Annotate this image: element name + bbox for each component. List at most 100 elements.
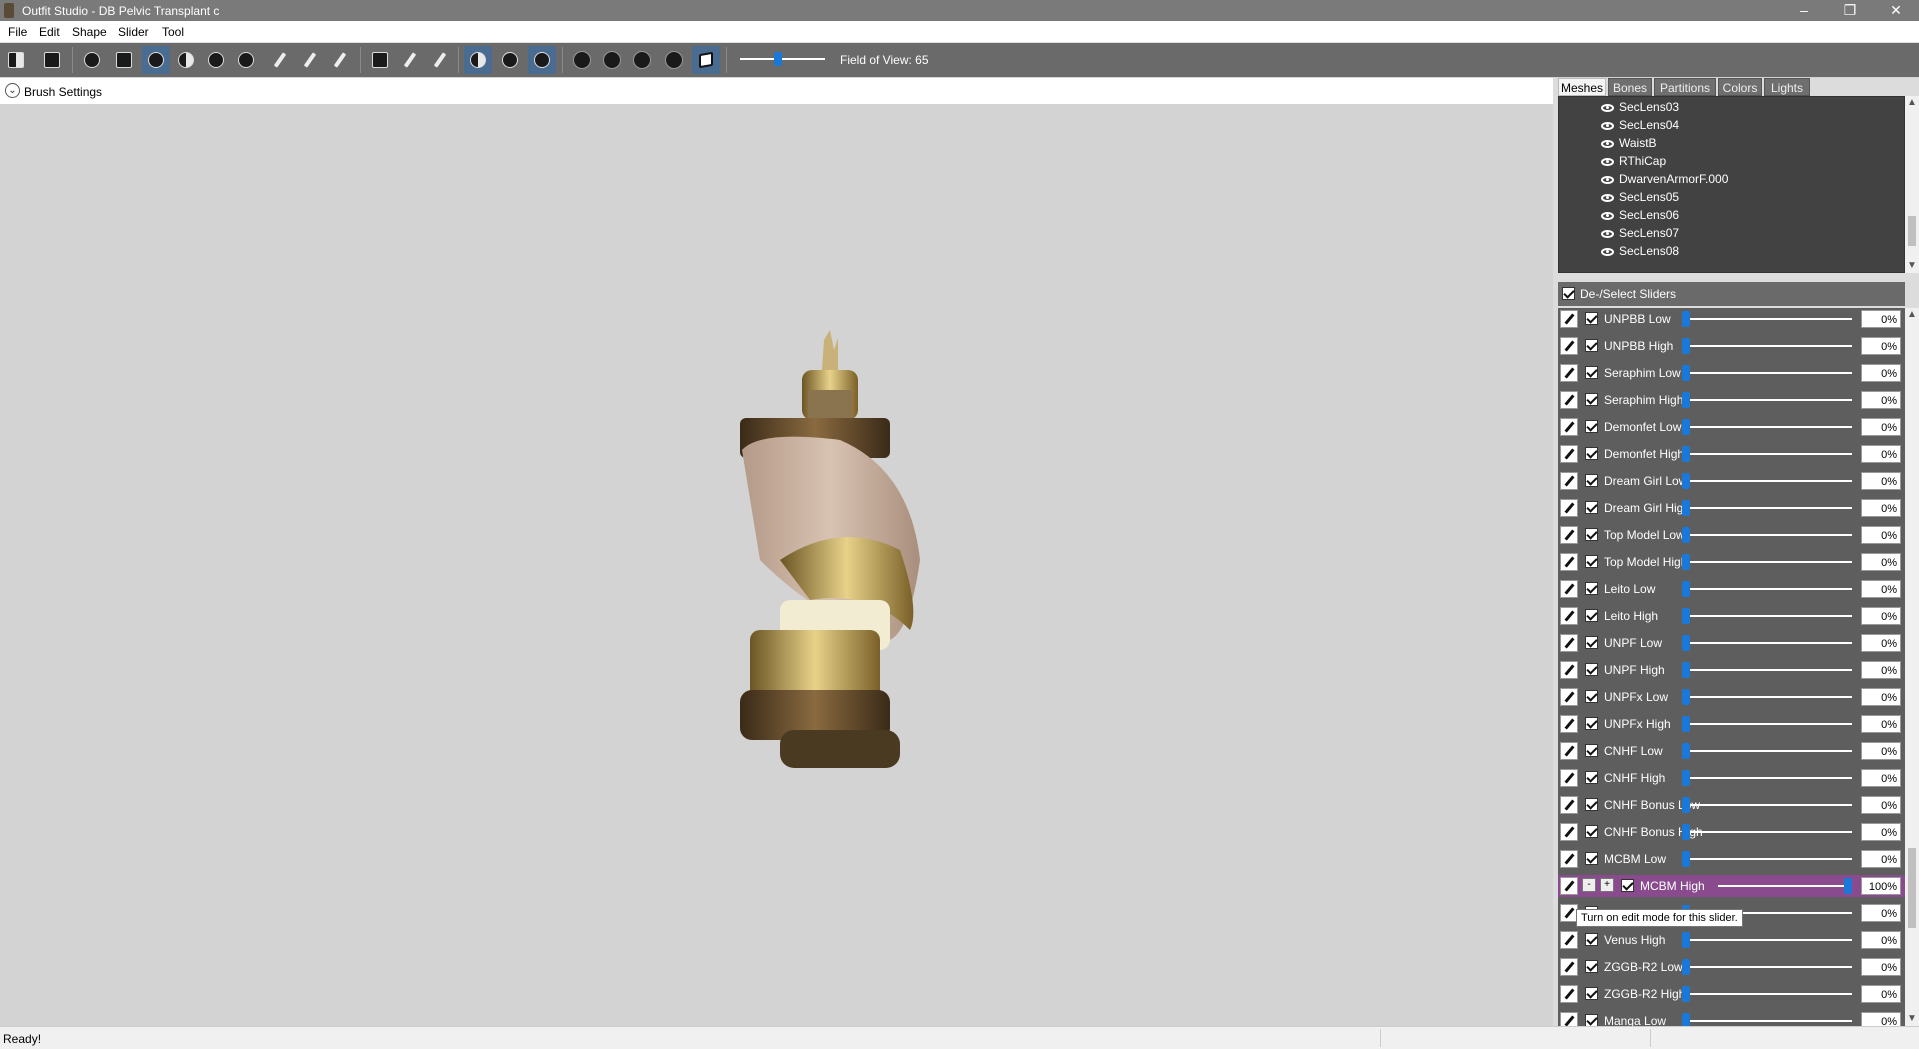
slider-value-field[interactable]: 0% bbox=[1861, 769, 1901, 787]
eye-icon[interactable] bbox=[1601, 248, 1614, 256]
slider-value-field[interactable]: 100% bbox=[1861, 877, 1901, 895]
slider-thumb[interactable] bbox=[1682, 635, 1690, 651]
edit-slider-icon[interactable] bbox=[1560, 445, 1578, 463]
alpha-brush-icon[interactable] bbox=[326, 46, 354, 74]
edit-slider-icon[interactable] bbox=[1560, 688, 1578, 706]
collision-icon[interactable] bbox=[366, 46, 394, 74]
slider-checkbox[interactable] bbox=[1585, 663, 1598, 676]
slider-track[interactable] bbox=[1682, 507, 1852, 509]
slider-thumb[interactable] bbox=[1682, 338, 1690, 354]
slider-thumb[interactable] bbox=[1682, 716, 1690, 732]
deflate-brush-icon[interactable] bbox=[172, 46, 200, 74]
slider-checkbox[interactable] bbox=[1621, 879, 1634, 892]
slider-value-field[interactable]: 0% bbox=[1861, 661, 1901, 679]
slider-checkbox[interactable] bbox=[1585, 339, 1598, 352]
slider-row[interactable]: UNPF High 0% bbox=[1558, 659, 1905, 681]
mask-brush-icon[interactable] bbox=[78, 46, 106, 74]
slider-track[interactable] bbox=[1682, 777, 1852, 779]
tab-partitions[interactable]: Partitions bbox=[1654, 78, 1716, 96]
slider-value-field[interactable]: 0% bbox=[1861, 418, 1901, 436]
tab-colors[interactable]: Colors bbox=[1718, 78, 1762, 96]
slider-checkbox[interactable] bbox=[1585, 636, 1598, 649]
edit-slider-icon[interactable] bbox=[1560, 499, 1578, 517]
slider-value-field[interactable]: 0% bbox=[1861, 931, 1901, 949]
transform-tool-icon[interactable] bbox=[38, 46, 66, 74]
slider-track[interactable] bbox=[1682, 642, 1852, 644]
edit-slider-icon[interactable] bbox=[1560, 418, 1578, 436]
slider-checkbox[interactable] bbox=[1585, 690, 1598, 703]
slider-thumb[interactable] bbox=[1682, 311, 1690, 327]
slider-thumb[interactable] bbox=[1682, 365, 1690, 381]
cube-view-icon[interactable] bbox=[692, 46, 720, 74]
slider-thumb[interactable] bbox=[1682, 851, 1690, 867]
slider-track[interactable] bbox=[1682, 939, 1852, 941]
mesh-item[interactable]: DwarvenArmorF.000 bbox=[1601, 170, 1728, 188]
mesh-list-scrollbar[interactable]: ▲ ▼ bbox=[1905, 96, 1919, 273]
slider-track[interactable] bbox=[1682, 534, 1852, 536]
slider-row[interactable]: CNHF Bonus High 0% bbox=[1558, 821, 1905, 843]
slider-track[interactable] bbox=[1682, 966, 1852, 968]
brush-settings-bar[interactable]: ⌄ Brush Settings bbox=[0, 78, 1553, 104]
tab-bones[interactable]: Bones bbox=[1608, 78, 1652, 96]
slider-value-field[interactable]: 0% bbox=[1861, 310, 1901, 328]
slider-thumb[interactable] bbox=[1682, 446, 1690, 462]
menu-file[interactable]: File bbox=[8, 25, 27, 39]
slider-thumb[interactable] bbox=[1682, 662, 1690, 678]
slider-value-field[interactable]: 0% bbox=[1861, 1012, 1901, 1026]
slider-checkbox[interactable] bbox=[1585, 420, 1598, 433]
slider-row[interactable]: UNPBB High 0% bbox=[1558, 335, 1905, 357]
slider-thumb[interactable] bbox=[1682, 770, 1690, 786]
slider-track[interactable] bbox=[1682, 318, 1852, 320]
tab-lights[interactable]: Lights bbox=[1764, 78, 1810, 96]
slider-row[interactable]: - + MCBM High 100% bbox=[1558, 875, 1905, 897]
slider-checkbox[interactable] bbox=[1585, 987, 1598, 1000]
eye-icon[interactable] bbox=[1601, 122, 1614, 130]
slider-thumb[interactable] bbox=[1682, 689, 1690, 705]
slider-checkbox[interactable] bbox=[1585, 501, 1598, 514]
slider-row[interactable]: Dream Girl High 0% bbox=[1558, 497, 1905, 519]
edit-slider-icon[interactable] bbox=[1560, 769, 1578, 787]
slider-thumb[interactable] bbox=[1844, 878, 1852, 894]
slider-row[interactable]: Seraphim Low 0% bbox=[1558, 362, 1905, 384]
slider-thumb[interactable] bbox=[1682, 959, 1690, 975]
eye-icon[interactable] bbox=[1601, 212, 1614, 220]
brush-size-3-icon[interactable] bbox=[628, 46, 656, 74]
slider-checkbox[interactable] bbox=[1585, 852, 1598, 865]
slider-checkbox[interactable] bbox=[1585, 609, 1598, 622]
scrollbar-thumb[interactable] bbox=[1908, 216, 1916, 246]
slider-thumb[interactable] bbox=[1682, 797, 1690, 813]
menu-tool[interactable]: Tool bbox=[162, 25, 184, 39]
menu-edit[interactable]: Edit bbox=[39, 25, 60, 39]
slider-value-field[interactable]: 0% bbox=[1861, 904, 1901, 922]
minimize-button[interactable]: – bbox=[1781, 0, 1827, 21]
slider-track[interactable] bbox=[1682, 588, 1852, 590]
slider-value-field[interactable]: 0% bbox=[1861, 445, 1901, 463]
slider-value-field[interactable]: 0% bbox=[1861, 796, 1901, 814]
slider-row[interactable]: UNPFx Low 0% bbox=[1558, 686, 1905, 708]
scroll-up-icon[interactable]: ▲ bbox=[1905, 96, 1919, 110]
edit-slider-icon[interactable] bbox=[1560, 742, 1578, 760]
brush-size-2-icon[interactable] bbox=[598, 46, 626, 74]
slider-checkbox[interactable] bbox=[1585, 555, 1598, 568]
edit-slider-icon[interactable] bbox=[1560, 850, 1578, 868]
slider-track[interactable] bbox=[1682, 561, 1852, 563]
edit-slider-icon[interactable] bbox=[1560, 715, 1578, 733]
edit-slider-icon[interactable] bbox=[1560, 1012, 1578, 1026]
slider-thumb[interactable] bbox=[1682, 554, 1690, 570]
close-button[interactable]: ✕ bbox=[1873, 0, 1919, 21]
eye-icon[interactable] bbox=[1601, 230, 1614, 238]
chevron-down-icon[interactable]: ⌄ bbox=[5, 83, 20, 98]
slider-checkbox[interactable] bbox=[1585, 825, 1598, 838]
select-all-sliders-checkbox[interactable] bbox=[1562, 287, 1575, 300]
mesh-item[interactable]: WaistB bbox=[1601, 134, 1657, 152]
slider-track[interactable] bbox=[1682, 480, 1852, 482]
slider-row[interactable]: CNHF Low 0% bbox=[1558, 740, 1905, 762]
slider-value-field[interactable]: 0% bbox=[1861, 337, 1901, 355]
inflate-brush-icon[interactable] bbox=[142, 46, 170, 74]
slider-row[interactable]: UNPFx High 0% bbox=[1558, 713, 1905, 735]
slider-track[interactable] bbox=[1682, 453, 1852, 455]
slider-checkbox[interactable] bbox=[1585, 474, 1598, 487]
slider-checkbox[interactable] bbox=[1585, 744, 1598, 757]
edit-slider-icon[interactable] bbox=[1560, 580, 1578, 598]
slider-row[interactable]: Seraphim High 0% bbox=[1558, 389, 1905, 411]
